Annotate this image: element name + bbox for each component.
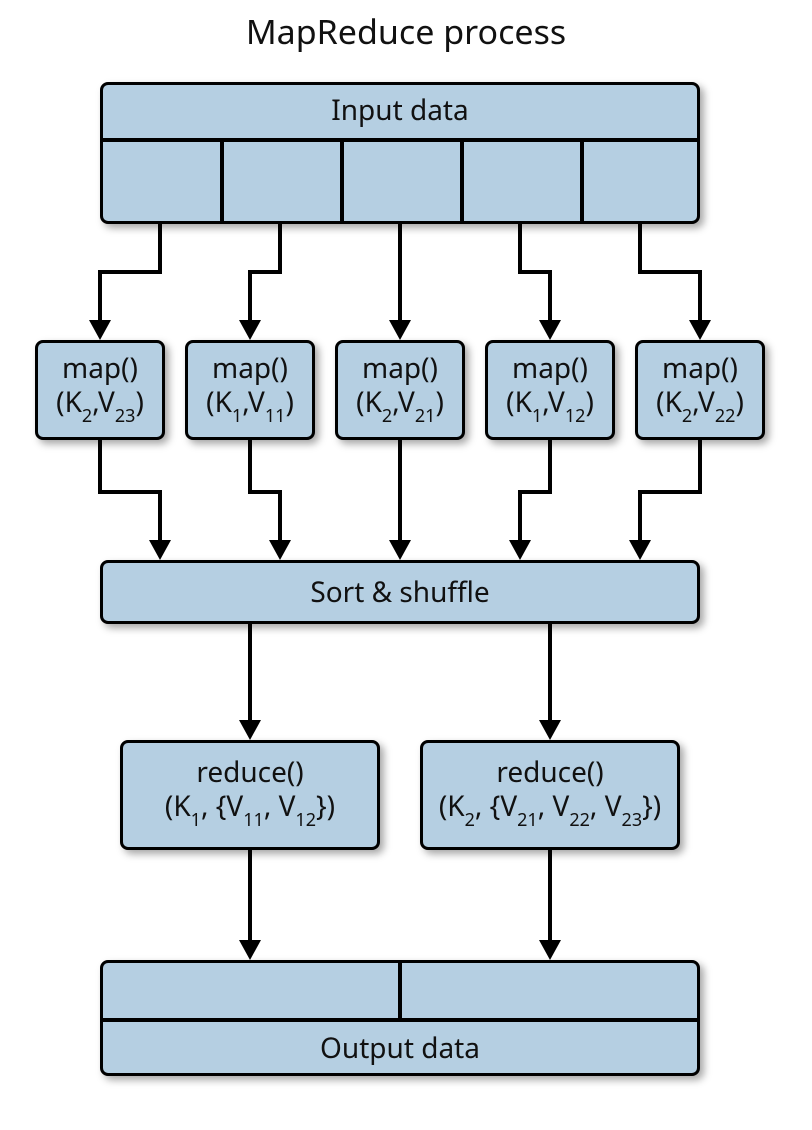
map-label: map() (K1,V11): [185, 352, 315, 424]
arrow-map-to-shuffle: [698, 440, 702, 490]
arrow-input-to-map: [158, 224, 162, 270]
arrow-map-to-shuffle: [98, 440, 102, 490]
arrow-input-to-map: [548, 270, 552, 322]
map-label: map() (K2,V22): [635, 352, 765, 424]
arrowhead-icon: [689, 320, 711, 340]
arrow-shuffle-to-reduce: [248, 624, 252, 722]
arrow-map-to-shuffle: [518, 490, 522, 542]
arrow-map-to-shuffle: [398, 440, 402, 542]
arrowhead-icon: [389, 540, 411, 560]
shuffle-label: Sort & shuffle: [100, 576, 700, 610]
map-label: map() (K1,V12): [485, 352, 615, 424]
input-split-divider: [340, 138, 344, 224]
arrow-input-to-map: [248, 270, 252, 322]
arrow-shuffle-to-reduce: [548, 624, 552, 722]
arrow-map-to-shuffle: [638, 490, 642, 542]
input-data-label: Input data: [100, 94, 700, 128]
input-header-divider: [100, 138, 700, 142]
arrow-input-to-map: [398, 224, 402, 322]
arrow-map-to-shuffle: [98, 490, 162, 494]
arrowhead-icon: [539, 720, 561, 740]
arrow-map-to-shuffle: [248, 490, 282, 494]
reduce-label: reduce() (K2, {V21, V22, V23}): [420, 756, 680, 828]
arrowhead-icon: [149, 540, 171, 560]
arrow-map-to-shuffle: [518, 490, 552, 494]
output-data-label: Output data: [100, 1032, 700, 1066]
arrowhead-icon: [539, 320, 561, 340]
map-label: map() (K2,V23): [35, 352, 165, 424]
input-split-divider: [220, 138, 224, 224]
arrowhead-icon: [239, 720, 261, 740]
arrow-input-to-map: [248, 270, 282, 274]
arrowhead-icon: [629, 540, 651, 560]
arrow-input-to-map: [98, 270, 102, 322]
arrow-input-to-map: [278, 224, 282, 270]
arrow-map-to-shuffle: [638, 490, 702, 494]
arrow-map-to-shuffle: [548, 440, 552, 490]
arrow-input-to-map: [518, 270, 552, 274]
output-divider: [100, 1018, 700, 1022]
arrowhead-icon: [269, 540, 291, 560]
input-split-divider: [460, 138, 464, 224]
map-label: map() (K2,V21): [335, 352, 465, 424]
arrow-input-to-map: [98, 270, 162, 274]
arrow-map-to-shuffle: [278, 490, 282, 542]
arrowhead-icon: [239, 320, 261, 340]
arrow-input-to-map: [638, 224, 642, 270]
arrow-reduce-to-output: [548, 850, 552, 942]
arrow-input-to-map: [638, 270, 702, 274]
diagram-title: MapReduce process: [0, 8, 812, 54]
arrow-reduce-to-output: [248, 850, 252, 942]
arrowhead-icon: [389, 320, 411, 340]
arrow-input-to-map: [518, 224, 522, 270]
arrowhead-icon: [539, 940, 561, 960]
arrow-input-to-map: [698, 270, 702, 322]
arrowhead-icon: [239, 940, 261, 960]
arrow-map-to-shuffle: [248, 440, 252, 490]
arrowhead-icon: [89, 320, 111, 340]
output-part-divider: [398, 960, 402, 1018]
input-split-divider: [580, 138, 584, 224]
arrowhead-icon: [509, 540, 531, 560]
reduce-label: reduce() (K1, {V11, V12}): [120, 756, 380, 828]
arrow-map-to-shuffle: [158, 490, 162, 542]
